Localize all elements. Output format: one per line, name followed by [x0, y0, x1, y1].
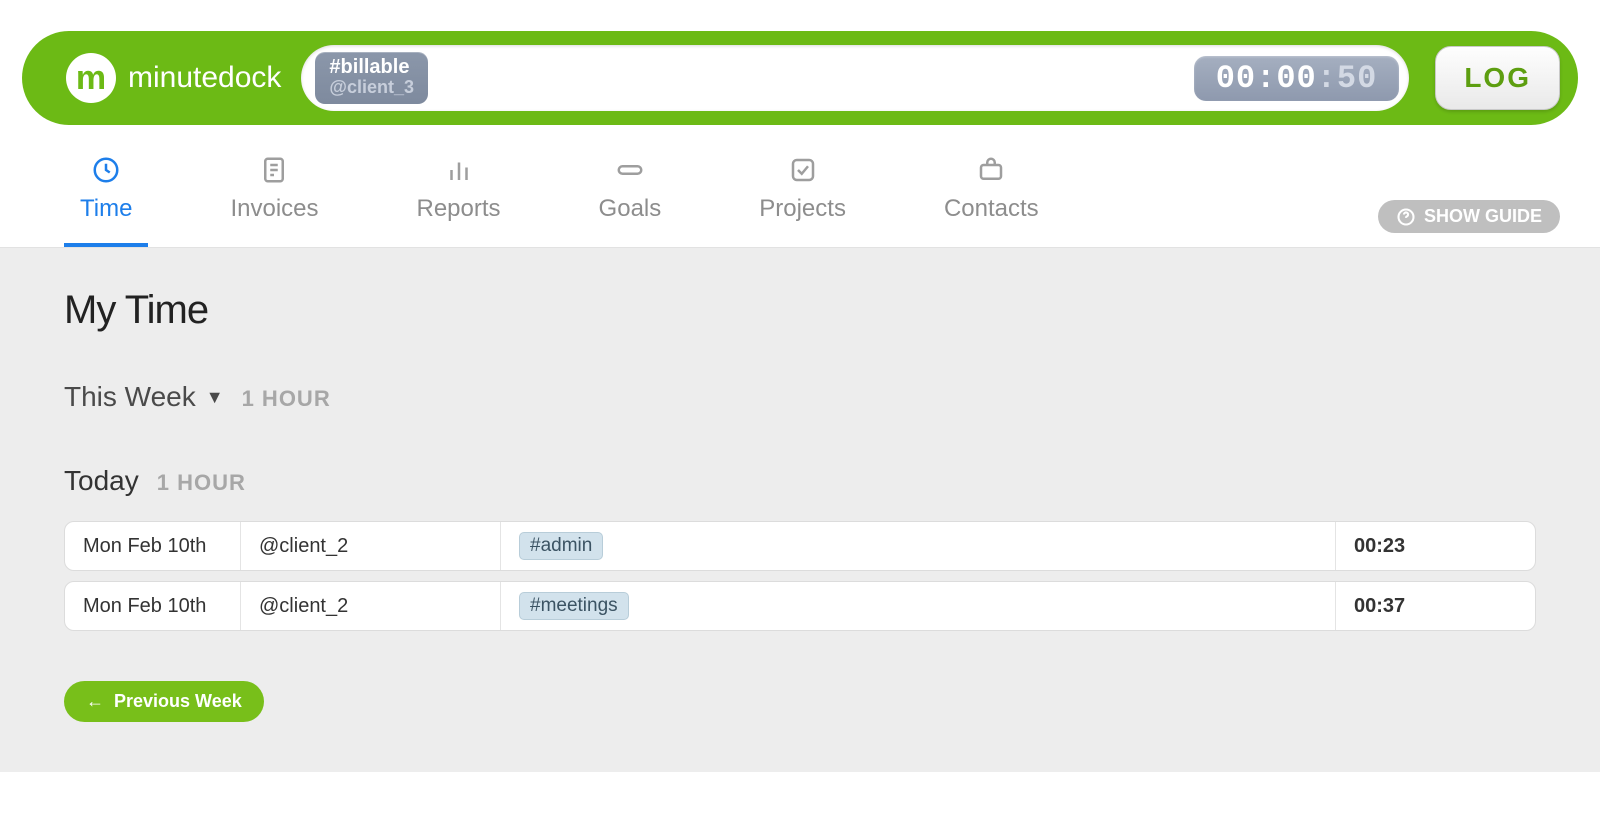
top-bar: m minutedock #billable @client_3 00:00:5… [22, 31, 1578, 125]
nav-label: Reports [417, 195, 501, 223]
nav-reports[interactable]: Reports [401, 155, 517, 247]
paperclip-icon [615, 155, 645, 185]
brand-logo-icon: m [66, 53, 116, 103]
entry-client: @client_2 [240, 582, 500, 630]
week-label: This Week [64, 381, 196, 413]
time-entry-row[interactable]: Mon Feb 10th @client_2 #meetings 00:37 [64, 581, 1536, 631]
nav-label: Projects [759, 195, 846, 223]
tag-chip: #admin [519, 532, 603, 560]
nav-label: Time [80, 195, 132, 223]
nav-contacts[interactable]: Contacts [928, 155, 1055, 247]
main-content: My Time This Week ▼ 1 HOUR Today 1 HOUR … [0, 248, 1600, 772]
week-summary: 1 HOUR [242, 386, 331, 412]
briefcase-icon [976, 155, 1006, 185]
week-selector-row: This Week ▼ 1 HOUR [64, 381, 1536, 413]
time-entry-bar: #billable @client_3 00:00:50 [301, 45, 1409, 111]
entry-tags: #meetings [500, 582, 1335, 630]
timer-main: 00:00 [1216, 60, 1317, 97]
entry-duration: 00:23 [1335, 522, 1535, 570]
entry-date: Mon Feb 10th [65, 582, 240, 630]
entry-client: @client_2 [240, 522, 500, 570]
arrow-left-icon: ← [86, 691, 104, 712]
main-nav: Time Invoices Reports Goals Projects Con… [0, 125, 1600, 248]
nav-label: Invoices [230, 195, 318, 223]
entry-token-client: @client_3 [329, 78, 414, 98]
day-summary: 1 HOUR [157, 470, 246, 496]
nav-goals[interactable]: Goals [583, 155, 678, 247]
time-entry-row[interactable]: Mon Feb 10th @client_2 #admin 00:23 [64, 521, 1536, 571]
chevron-down-icon: ▼ [206, 387, 224, 408]
nav-label: Contacts [944, 195, 1039, 223]
entry-duration: 00:37 [1335, 582, 1535, 630]
entry-token-tag: #billable [329, 56, 414, 78]
brand-logo[interactable]: m minutedock [66, 53, 281, 103]
day-label: Today [64, 465, 139, 497]
brand-name: minutedock [128, 61, 281, 95]
nav-projects[interactable]: Projects [743, 155, 862, 247]
entry-input[interactable] [438, 58, 1184, 98]
nav-label: Goals [599, 195, 662, 223]
timer-seconds: :50 [1317, 60, 1378, 97]
nav-time[interactable]: Time [64, 155, 148, 247]
entry-tags: #admin [500, 522, 1335, 570]
bars-icon [444, 155, 474, 185]
page-title: My Time [64, 288, 1536, 333]
day-header: Today 1 HOUR [64, 465, 1536, 497]
log-button[interactable]: LOG [1435, 46, 1560, 110]
entry-token[interactable]: #billable @client_3 [315, 52, 428, 104]
nav-invoices[interactable]: Invoices [214, 155, 334, 247]
checkbox-icon [788, 155, 818, 185]
entry-date: Mon Feb 10th [65, 522, 240, 570]
previous-week-button[interactable]: ← Previous Week [64, 681, 264, 722]
show-guide-label: SHOW GUIDE [1424, 206, 1542, 227]
week-selector[interactable]: This Week ▼ [64, 381, 224, 413]
clock-icon [91, 155, 121, 185]
previous-week-label: Previous Week [114, 691, 242, 712]
show-guide-button[interactable]: SHOW GUIDE [1378, 200, 1560, 233]
tag-chip: #meetings [519, 592, 629, 620]
timer-display[interactable]: 00:00:50 [1194, 56, 1400, 101]
help-icon [1396, 207, 1416, 227]
file-icon [259, 155, 289, 185]
